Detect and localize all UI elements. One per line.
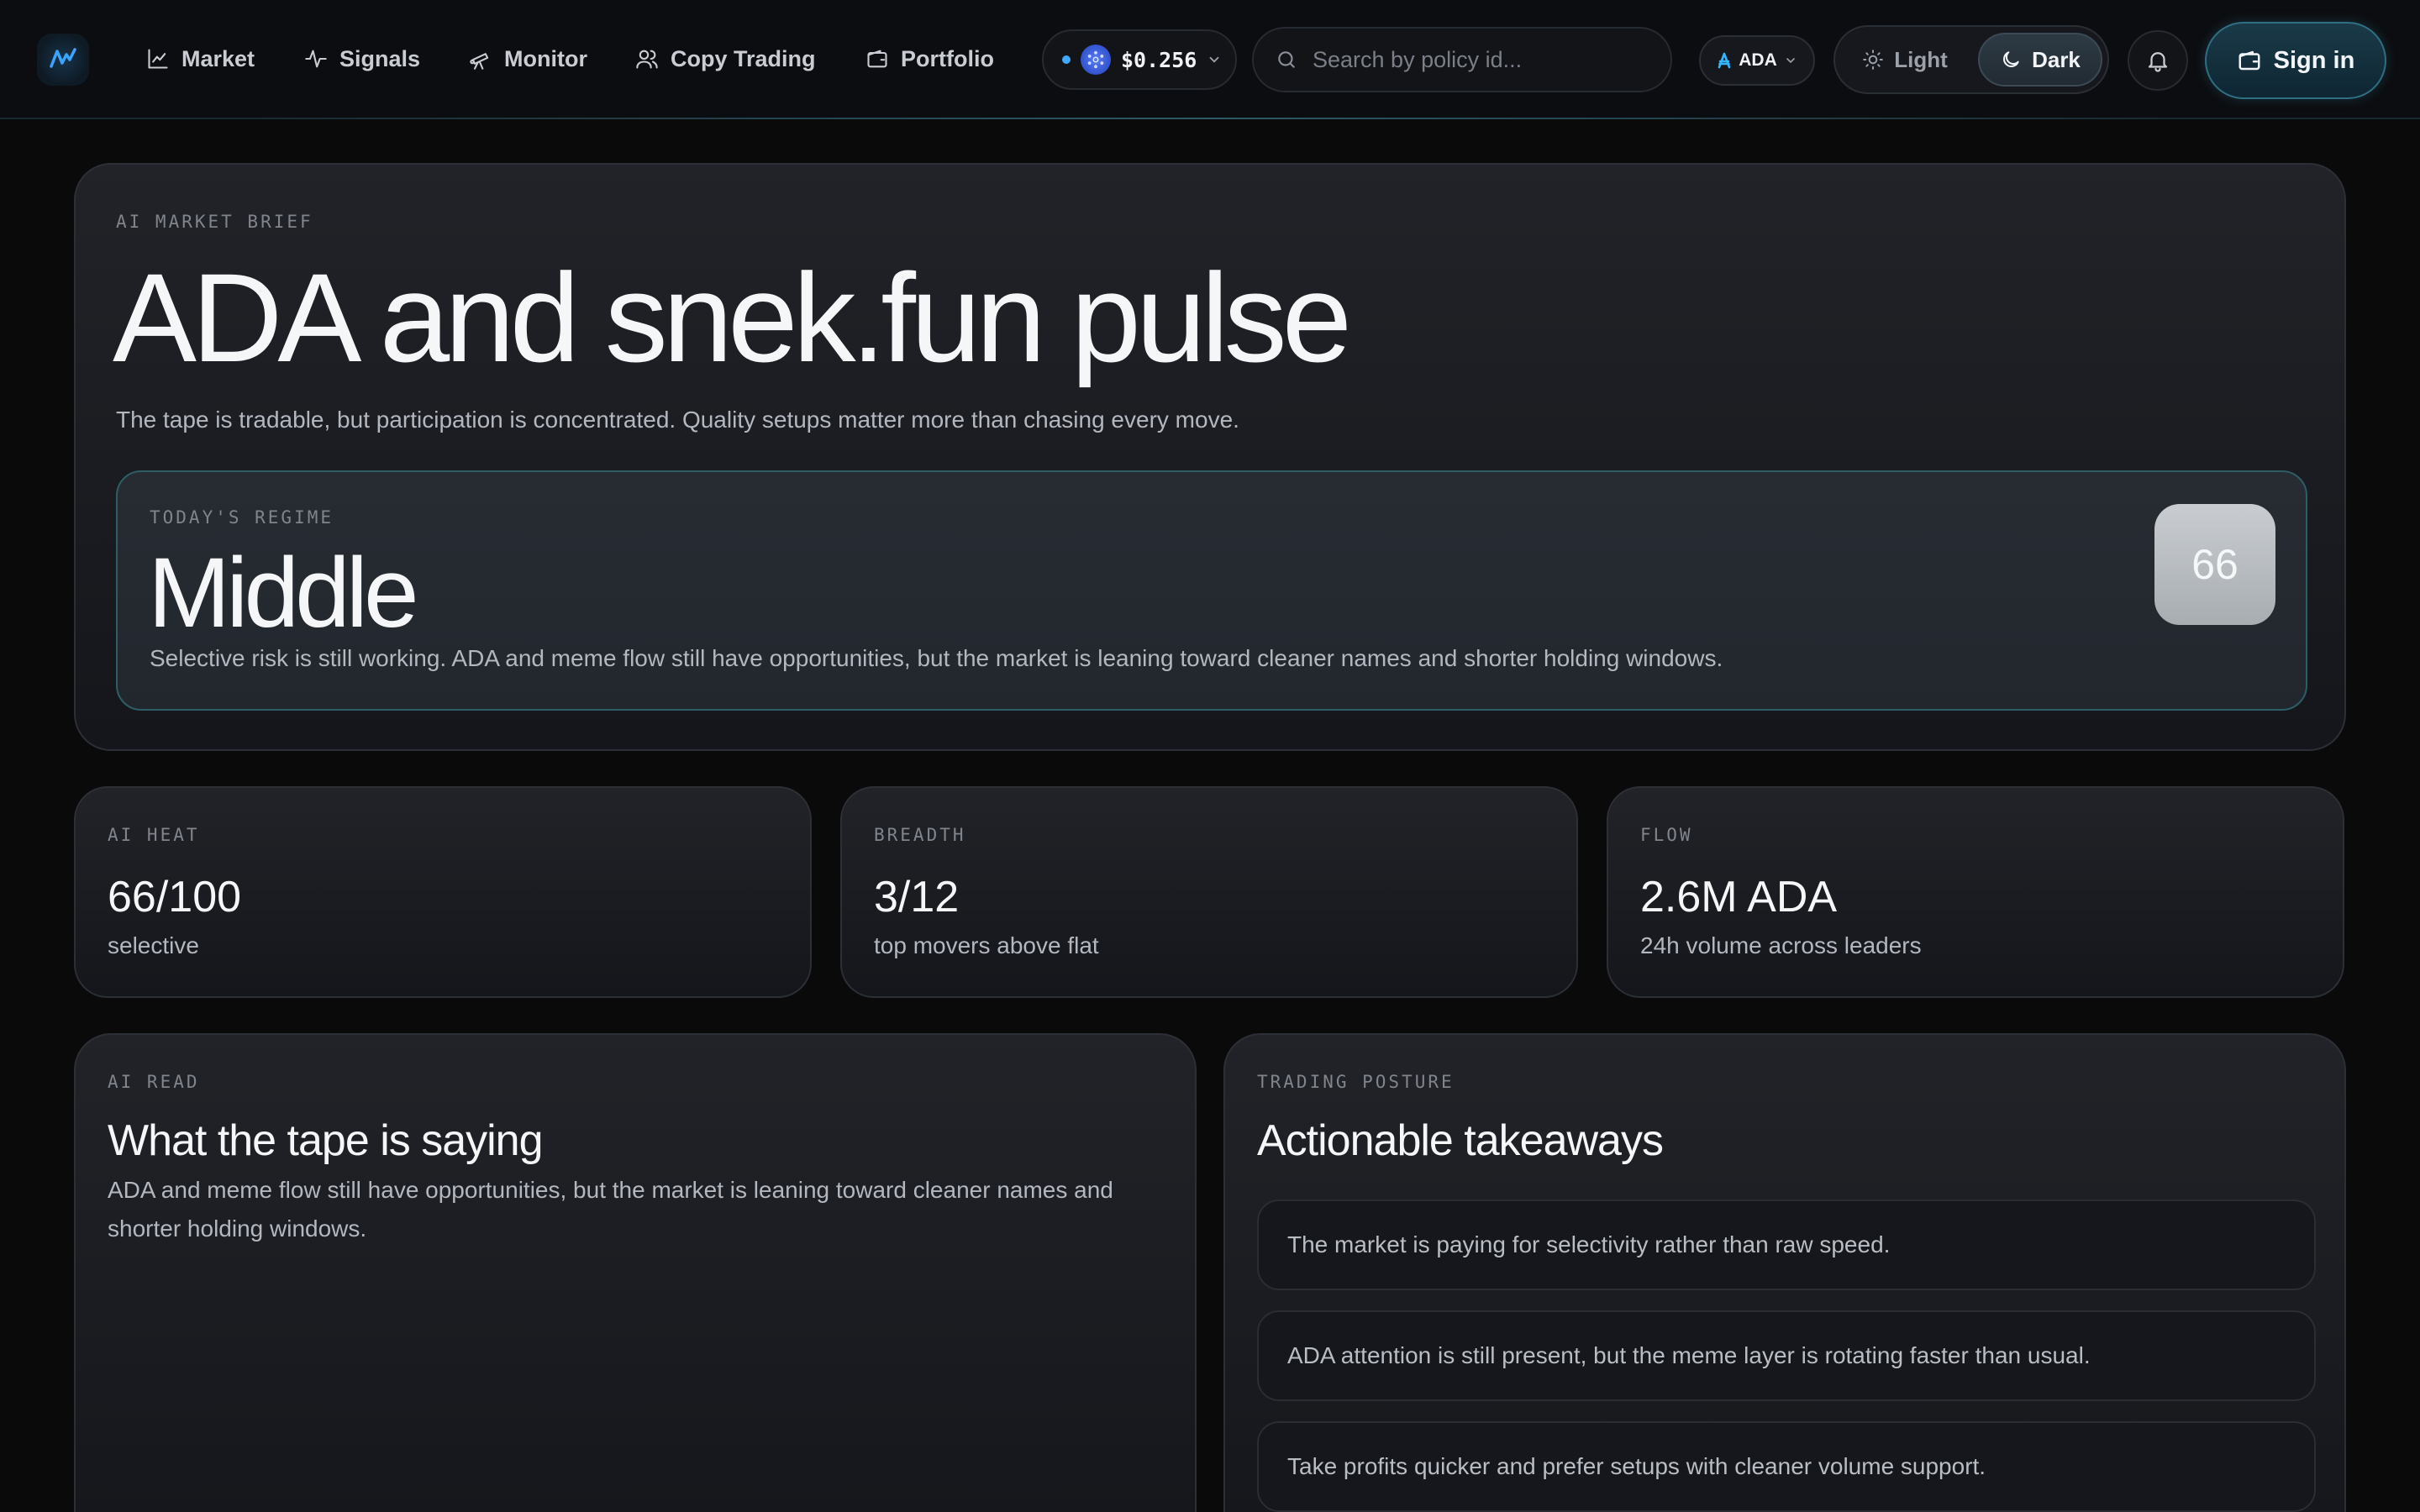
market-brief-card: AI MARKET BRIEF ADA and snek.fun pulse T…: [74, 163, 2346, 751]
ai-read-title: What the tape is saying: [108, 1116, 544, 1165]
stat-eyebrow: AI HEAT: [108, 825, 200, 845]
sign-in-button[interactable]: Sign in: [2205, 22, 2386, 99]
stat-subtext: top movers above flat: [874, 932, 1099, 958]
stat-card-ai-heat: AI HEAT 66/100 selective: [74, 786, 812, 998]
ai-read-card: AI READ What the tape is saying ADA and …: [74, 1033, 1197, 1512]
sign-in-label: Sign in: [2273, 46, 2355, 74]
search-box[interactable]: [1252, 27, 1672, 92]
trading-posture-title: Actionable takeaways: [1257, 1116, 1664, 1165]
stat-value: 3/12: [874, 873, 960, 921]
ada-symbol-icon: [1718, 52, 1731, 69]
users-icon: [636, 50, 658, 69]
wallet-icon: [867, 50, 887, 68]
page-subtitle: The tape is tradable, but participation …: [116, 407, 1239, 433]
trading-posture-card: TRADING POSTURE Actionable takeaways The…: [1223, 1033, 2346, 1512]
ada-price: $0.256: [1121, 47, 1197, 72]
search-icon: [1278, 51, 1295, 68]
theme-toggle: Light Dark: [1833, 25, 2109, 94]
cardano-coin-icon: [1081, 45, 1111, 75]
nav-market[interactable]: Market: [146, 37, 255, 81]
chevron-down-icon: [1209, 56, 1219, 63]
nav-monitor-label: Monitor: [504, 45, 587, 71]
stat-subtext: 24h volume across leaders: [1640, 932, 1922, 958]
regime-eyebrow: TODAY'S REGIME: [150, 507, 334, 528]
live-dot: [1062, 55, 1071, 64]
stat-card-flow: FLOW 2.6M ADA 24h volume across leaders: [1607, 786, 2344, 998]
sun-icon: [1863, 50, 1884, 70]
search-input[interactable]: [1313, 46, 1649, 73]
logo[interactable]: [37, 34, 89, 86]
nav-market-label: Market: [182, 45, 255, 71]
theme-dark-label: Dark: [2032, 46, 2081, 72]
theme-dark-button[interactable]: Dark: [1978, 33, 2102, 87]
ai-read-description: ADA and meme flow still have opportuniti…: [108, 1177, 1113, 1242]
top-nav: Market Signals Monitor Copy Trading Port…: [0, 0, 2420, 119]
moon-icon: [2003, 51, 2019, 67]
regime-score-badge: 66: [2154, 504, 2275, 625]
chart-line-icon: [148, 49, 168, 69]
regime-panel: TODAY'S REGIME Middle Selective risk is …: [116, 470, 2307, 711]
bell-icon: [2148, 52, 2168, 72]
telescope-icon: [470, 53, 489, 70]
theme-light-label: Light: [1894, 46, 1948, 72]
stat-eyebrow: BREADTH: [874, 825, 966, 845]
theme-light-button[interactable]: Light: [1842, 33, 1968, 87]
wallet-icon: [2238, 50, 2260, 71]
nav-copy-trading-label: Copy Trading: [671, 45, 816, 71]
logo-icon: [50, 48, 76, 68]
stat-eyebrow: FLOW: [1640, 825, 1693, 845]
nav-portfolio[interactable]: Portfolio: [865, 37, 994, 81]
currency-select[interactable]: ADA: [1699, 35, 1815, 86]
nav-copy-trading[interactable]: Copy Trading: [635, 37, 816, 81]
chevron-down-icon: [1786, 58, 1795, 64]
takeaway-item: Take profits quicker and prefer setups w…: [1257, 1421, 2316, 1512]
activity-icon: [305, 50, 327, 68]
page-title: ADA and snek.fun pulse: [113, 247, 1352, 388]
takeaway-item: ADA attention is still present, but the …: [1257, 1310, 2316, 1401]
nav-signals-label: Signals: [339, 45, 421, 71]
currency-label: ADA: [1739, 50, 1777, 70]
stat-value: 2.6M ADA: [1640, 873, 1838, 921]
ai-read-eyebrow: AI READ: [108, 1072, 200, 1092]
stat-value: 66/100: [108, 873, 242, 921]
takeaway-item: The market is paying for selectivity rat…: [1257, 1200, 2316, 1290]
market-brief-eyebrow: AI MARKET BRIEF: [116, 212, 313, 232]
trading-posture-eyebrow: TRADING POSTURE: [1257, 1072, 1455, 1092]
nav-portfolio-label: Portfolio: [901, 45, 994, 71]
regime-description: Selective risk is still working. ADA and…: [150, 645, 1723, 671]
regime-title: Middle: [148, 538, 419, 648]
notifications-button[interactable]: [2128, 30, 2188, 91]
ada-price-ticker[interactable]: $0.256: [1042, 29, 1237, 90]
stat-card-breadth: BREADTH 3/12 top movers above flat: [840, 786, 1578, 998]
nav-signals[interactable]: Signals: [304, 37, 420, 81]
nav-monitor[interactable]: Monitor: [469, 37, 587, 81]
stat-subtext: selective: [108, 932, 199, 958]
